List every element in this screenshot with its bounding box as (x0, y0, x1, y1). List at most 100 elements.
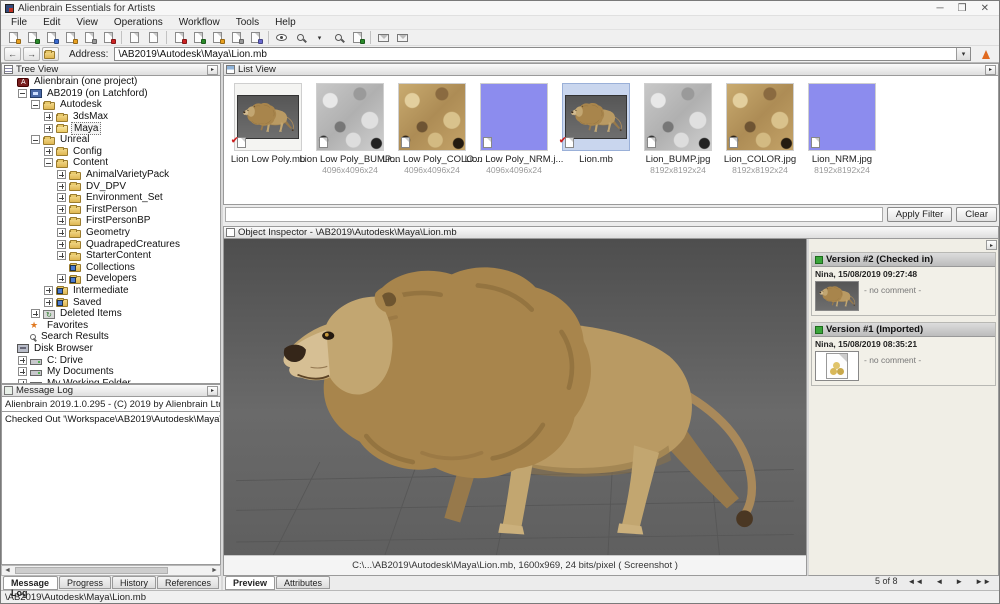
tree-expander[interactable] (44, 147, 53, 156)
apply-filter-button[interactable]: Apply Filter (887, 207, 953, 222)
tree-item-startercontent[interactable]: StarterContent (2, 250, 220, 262)
tree-expander[interactable] (44, 298, 53, 307)
alienbrain-logo-button[interactable] (976, 47, 996, 61)
tree-expander[interactable] (57, 274, 66, 283)
message-log-hscrollbar[interactable]: ◄ ► (1, 565, 221, 576)
refresh-icon[interactable] (348, 30, 367, 45)
tree-item-alienbrain-one-project-[interactable]: Alienbrain (one project) (2, 76, 220, 88)
import-icon[interactable] (170, 30, 189, 45)
tree-expander[interactable] (57, 240, 66, 249)
file-item-lion-low-poly-bump-[interactable]: Lion Low Poly_BUMP....4096x4096x24 (312, 83, 388, 204)
lion-3d-preview[interactable] (224, 239, 806, 555)
tree-item-search-results[interactable]: Search Results (2, 331, 220, 343)
up-folder-button[interactable] (42, 47, 59, 61)
file-item-lion-nrm-jpg[interactable]: Lion_NRM.jpg8192x8192x24 (804, 83, 880, 204)
file-item-lion-low-poly-colo-[interactable]: Lion Low Poly_COLO...4096x4096x24 (394, 83, 470, 204)
previous-page-button[interactable]: ◄ (933, 577, 945, 586)
version-thumbnail[interactable] (815, 281, 859, 311)
tab-preview[interactable]: Preview (225, 576, 275, 590)
back-button[interactable]: ← (4, 47, 21, 61)
paste-icon[interactable] (144, 30, 163, 45)
find-in-project-icon[interactable] (329, 30, 348, 45)
tree-expander[interactable] (57, 228, 66, 237)
filter-input[interactable] (225, 207, 883, 222)
tree-item-intermediate[interactable]: Intermediate (2, 285, 220, 297)
tree-item-disk-browser[interactable]: Disk Browser (2, 343, 220, 355)
tree-expander[interactable] (57, 193, 66, 202)
find-files-icon[interactable] (246, 30, 265, 45)
menu-item-tools[interactable]: Tools (228, 17, 267, 28)
tree-item-c-drive[interactable]: C: Drive (2, 354, 220, 366)
first-page-button[interactable]: ◄◄ (905, 577, 925, 586)
tree-expander[interactable] (57, 182, 66, 191)
tree-expander[interactable] (44, 286, 53, 295)
file-item-lion-bump-jpg[interactable]: Lion_BUMP.jpg8192x8192x24 (640, 83, 716, 204)
check-out-icon[interactable] (23, 30, 42, 45)
version-entry[interactable]: Version #2 (Checked in)Nina, 15/08/2019 … (811, 252, 996, 316)
scroll-right-icon[interactable]: ► (209, 567, 220, 574)
tree-item-deleted-items[interactable]: Deleted Items (2, 308, 220, 320)
tree-expander[interactable] (18, 379, 27, 384)
tree-expander[interactable] (57, 251, 66, 260)
show-preview-icon[interactable] (272, 30, 291, 45)
send-mail-icon[interactable] (374, 30, 393, 45)
tree-item-favorites[interactable]: ★Favorites (2, 319, 220, 331)
version-thumbnail[interactable] (815, 351, 859, 381)
clear-filter-button[interactable]: Clear (956, 207, 997, 222)
tree-item-ab2019-on-latchford-[interactable]: AB2019 (on Latchford) (2, 88, 220, 100)
tree-expander[interactable] (57, 205, 66, 214)
delete-icon[interactable] (99, 30, 118, 45)
tree-item-3dsmax[interactable]: 3dsMax (2, 111, 220, 123)
scroll-left-icon[interactable]: ◄ (2, 567, 13, 574)
get-latest-icon[interactable] (80, 30, 99, 45)
menu-item-operations[interactable]: Operations (106, 17, 171, 28)
check-in-icon[interactable] (61, 30, 80, 45)
tree-item-animalvarietypack[interactable]: AnimalVarietyPack (2, 169, 220, 181)
menu-item-file[interactable]: File (3, 17, 35, 28)
edit-file-icon[interactable] (208, 30, 227, 45)
tree-item-firstperson[interactable]: FirstPerson (2, 204, 220, 216)
version-panel-menu-button[interactable]: ▸ (986, 240, 997, 250)
file-item-lion-mb[interactable]: ✔Lion.mb (558, 83, 634, 204)
tree-expander[interactable] (44, 112, 53, 121)
mail-notification-icon[interactable] (393, 30, 412, 45)
maximize-button[interactable]: ❒ (958, 3, 967, 14)
file-item-lion-color-jpg[interactable]: Lion_COLOR.jpg8192x8192x24 (722, 83, 798, 204)
duplicate-icon[interactable] (227, 30, 246, 45)
tree-item-geometry[interactable]: Geometry (2, 227, 220, 239)
tab-references[interactable]: References (157, 576, 219, 589)
menu-item-help[interactable]: Help (267, 17, 304, 28)
search-icon[interactable] (291, 30, 310, 45)
tree-item-saved[interactable]: Saved (2, 296, 220, 308)
menu-item-view[interactable]: View (68, 17, 106, 28)
export-icon[interactable] (189, 30, 208, 45)
file-item-lion-low-poly-nrm-j-[interactable]: Lion Low Poly_NRM.j...4096x4096x24 (476, 83, 552, 204)
tree-expander[interactable] (31, 135, 40, 144)
tree-view-menu-button[interactable]: ▸ (207, 65, 218, 75)
menu-item-edit[interactable]: Edit (35, 17, 68, 28)
tree-expander[interactable] (44, 158, 53, 167)
tab-attributes[interactable]: Attributes (276, 576, 330, 589)
tree-item-firstpersonbp[interactable]: FirstPersonBP (2, 215, 220, 227)
list-view-menu-button[interactable]: ▸ (985, 65, 996, 75)
tree-item-environment-set[interactable]: Environment_Set (2, 192, 220, 204)
tree-item-content[interactable]: Content (2, 157, 220, 169)
message-log-menu-button[interactable]: ▸ (207, 386, 218, 396)
undo-check-out-icon[interactable] (42, 30, 61, 45)
file-item-lion-low-poly-mb[interactable]: ✔Lion Low Poly.mb (230, 83, 306, 204)
tab-history[interactable]: History (112, 576, 156, 589)
tree-item-unreal[interactable]: Unreal (2, 134, 220, 146)
tree-item-collections[interactable]: Collections (2, 262, 220, 274)
tree-expander[interactable] (18, 367, 27, 376)
tree-item-developers[interactable]: Developers (2, 273, 220, 285)
next-page-button[interactable]: ► (953, 577, 965, 586)
tree-item-maya[interactable]: Maya (2, 122, 220, 134)
tree-item-autodesk[interactable]: Autodesk (2, 99, 220, 111)
tree-expander[interactable] (18, 89, 27, 98)
tree-item-dv-dpv[interactable]: DV_DPV (2, 180, 220, 192)
tree-expander[interactable] (57, 216, 66, 225)
new-file-icon[interactable] (4, 30, 23, 45)
last-page-button[interactable]: ►► (973, 577, 993, 586)
tree-expander[interactable] (18, 356, 27, 365)
close-button[interactable]: ✕ (981, 3, 989, 14)
